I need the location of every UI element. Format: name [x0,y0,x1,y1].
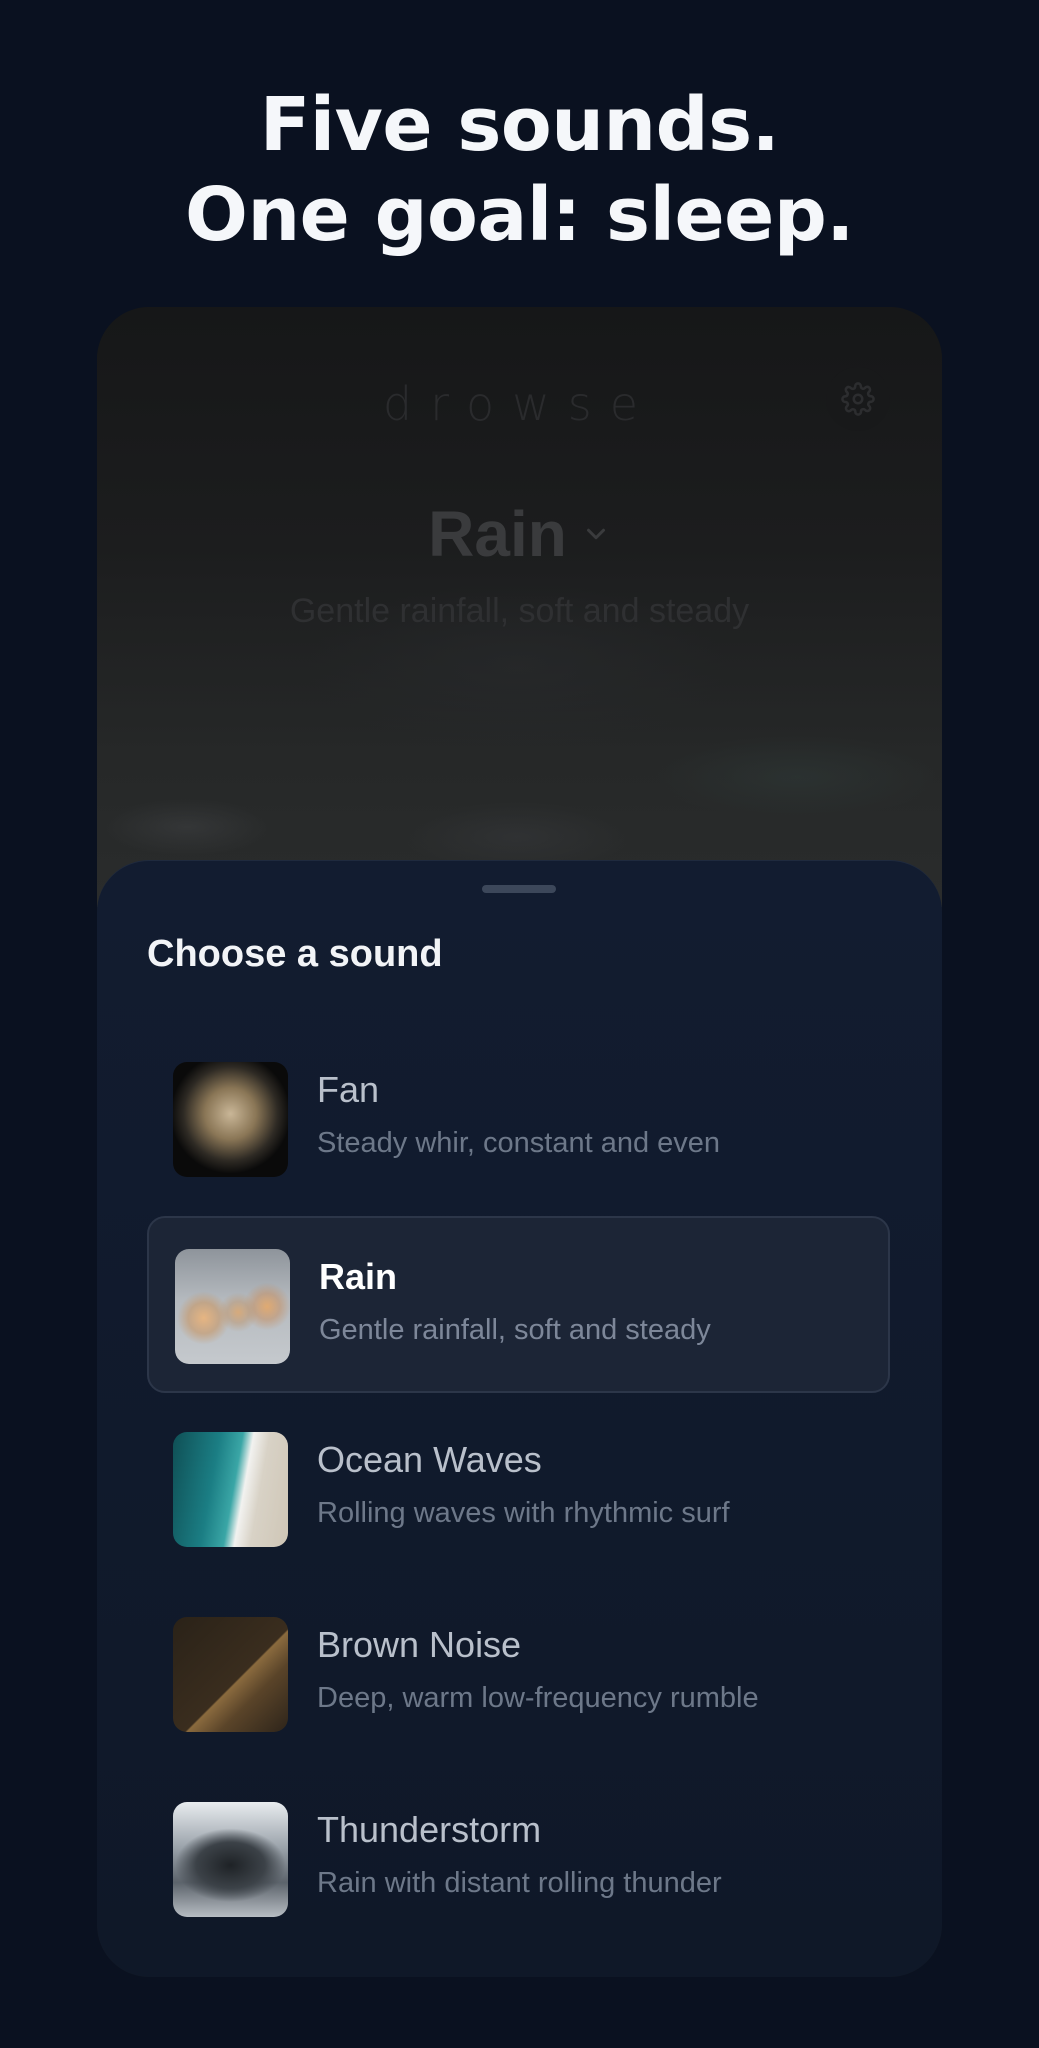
app-logo: drowse [382,377,657,431]
brown-noise-thumbnail [173,1617,288,1732]
sound-item-rain[interactable]: Rain Gentle rainfall, soft and steady [147,1216,890,1393]
sound-item-description: Steady whir, constant and even [317,1127,721,1159]
sheet-drag-handle[interactable] [482,885,556,893]
sound-item-name: Brown Noise [317,1624,522,1665]
rain-thumbnail [175,1249,290,1364]
sound-item-name: Ocean Waves [317,1439,542,1480]
sound-item-ocean-waves[interactable]: Ocean Waves Rolling waves with rhythmic … [147,1401,890,1578]
current-sound-selector[interactable]: Rain [97,497,942,571]
phone-screen: drowse Rain Gentle rainfall, soft and st… [97,307,942,1977]
sound-item-brown-noise[interactable]: Brown Noise Deep, warm low-frequency rum… [147,1586,890,1763]
sound-item-description: Rain with distant rolling thunder [317,1867,722,1899]
headline-line-2: One goal: sleep. [185,172,854,258]
settings-button[interactable] [826,367,890,431]
sound-item-name: Rain [319,1256,398,1297]
sound-picker-sheet: Choose a sound Fan Steady whir, constant… [97,860,942,1977]
sound-item-name: Fan [317,1069,380,1110]
sound-item-name: Thunderstorm [317,1809,542,1850]
headline-line-1: Five sounds. [259,82,780,168]
sound-item-description: Deep, warm low-frequency rumble [317,1682,759,1714]
current-sound-name: Rain [428,498,567,570]
thunderstorm-thumbnail [173,1802,288,1917]
sound-item-description: Rolling waves with rhythmic surf [317,1497,730,1529]
gear-icon [841,382,875,416]
sound-item-thunderstorm[interactable]: Thunderstorm Rain with distant rolling t… [147,1771,890,1948]
sound-list: Fan Steady whir, constant and even Rain … [147,1031,890,1956]
sheet-title: Choose a sound [147,933,443,975]
current-sound-description: Gentle rainfall, soft and steady [289,592,750,630]
sound-item-fan[interactable]: Fan Steady whir, constant and even [147,1031,890,1208]
chevron-down-icon [586,528,605,540]
sound-item-description: Gentle rainfall, soft and steady [319,1314,711,1346]
marketing-headline: Five sounds. One goal: sleep. [0,80,1039,260]
fan-thumbnail [173,1062,288,1177]
ocean-waves-thumbnail [173,1432,288,1547]
